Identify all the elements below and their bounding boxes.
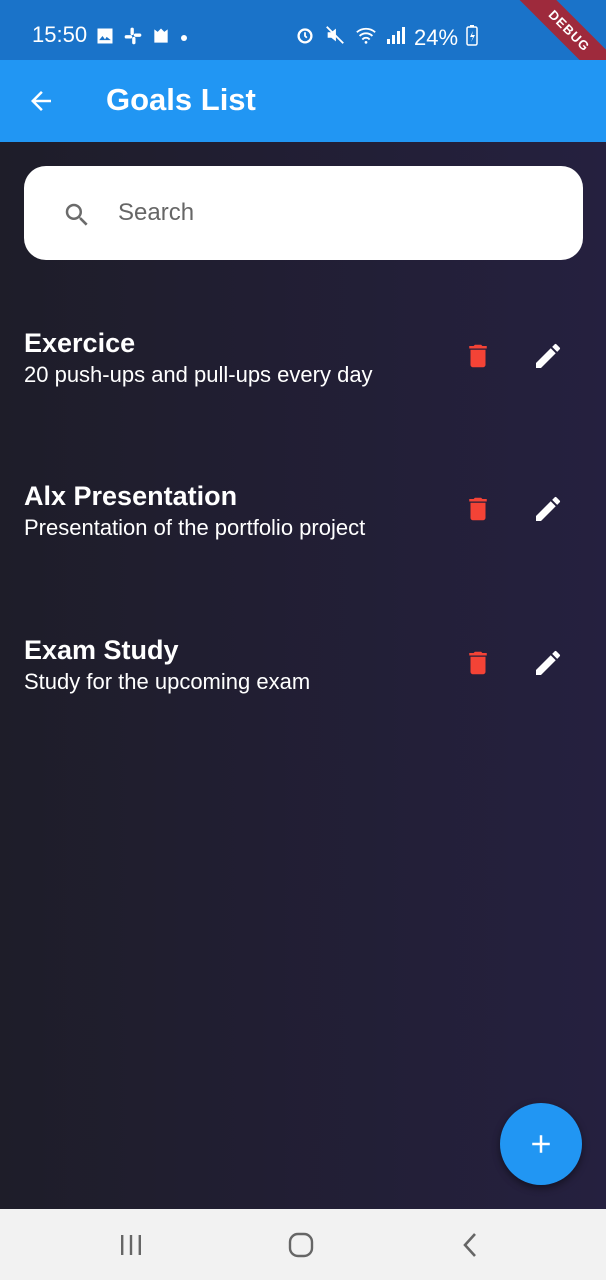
dot-icon <box>179 30 189 48</box>
trash-icon <box>469 497 487 521</box>
status-icons-right: 24% <box>294 24 478 51</box>
status-time: 15:50 <box>32 22 88 47</box>
goals-content: Exercice 20 push-ups and pull-ups every … <box>0 142 606 1209</box>
recents-icon <box>121 1235 141 1255</box>
pencil-icon <box>536 343 561 368</box>
back-icon <box>463 1233 476 1257</box>
signal-icon <box>386 25 406 50</box>
edit-goal-button[interactable] <box>530 338 566 374</box>
battery-charging-icon <box>466 24 478 51</box>
delete-goal-button[interactable] <box>460 491 496 527</box>
wifi-icon <box>354 24 378 51</box>
edit-goal-button[interactable] <box>530 645 566 681</box>
mute-icon <box>324 24 346 51</box>
recents-button[interactable] <box>111 1227 151 1263</box>
app-bar: Goals List <box>0 60 606 142</box>
delete-goal-button[interactable] <box>460 338 496 374</box>
delete-goal-button[interactable] <box>460 645 496 681</box>
goal-item: Alx Presentation Presentation of the por… <box>24 481 584 561</box>
edit-goal-button[interactable] <box>530 491 566 527</box>
page-title: Goals List <box>106 82 256 117</box>
pencil-icon <box>536 496 561 521</box>
back-button[interactable] <box>22 82 60 120</box>
goal-description: Study for the upcoming exam <box>24 669 311 694</box>
nav-back-button[interactable] <box>450 1227 490 1263</box>
system-nav-bar <box>0 1209 606 1280</box>
goal-item: Exercice 20 push-ups and pull-ups every … <box>24 328 584 408</box>
arrow-left-icon <box>31 91 51 111</box>
pencil-icon <box>536 650 561 675</box>
add-goal-button[interactable] <box>500 1103 582 1185</box>
search-input[interactable] <box>118 192 558 234</box>
goal-item: Exam Study Study for the upcoming exam <box>24 635 584 715</box>
home-icon <box>288 1232 314 1258</box>
home-button[interactable] <box>281 1227 321 1263</box>
goal-title: Alx Presentation <box>24 481 238 511</box>
goal-title: Exercice <box>24 328 136 358</box>
trash-icon <box>469 651 487 675</box>
alarm-icon <box>294 24 316 51</box>
image-icon <box>95 26 115 51</box>
slack-icon <box>123 26 143 51</box>
trash-icon <box>469 344 487 368</box>
goal-description: 20 push-ups and pull-ups every day <box>24 362 373 387</box>
goal-description: Presentation of the portfolio project <box>24 515 366 540</box>
plus-icon <box>532 1135 550 1153</box>
search-box[interactable] <box>24 166 583 260</box>
battery-percent: 24% <box>414 24 459 50</box>
search-icon <box>62 200 92 235</box>
status-icons-left <box>95 26 189 51</box>
ghost-icon <box>151 26 171 51</box>
goal-title: Exam Study <box>24 635 179 665</box>
